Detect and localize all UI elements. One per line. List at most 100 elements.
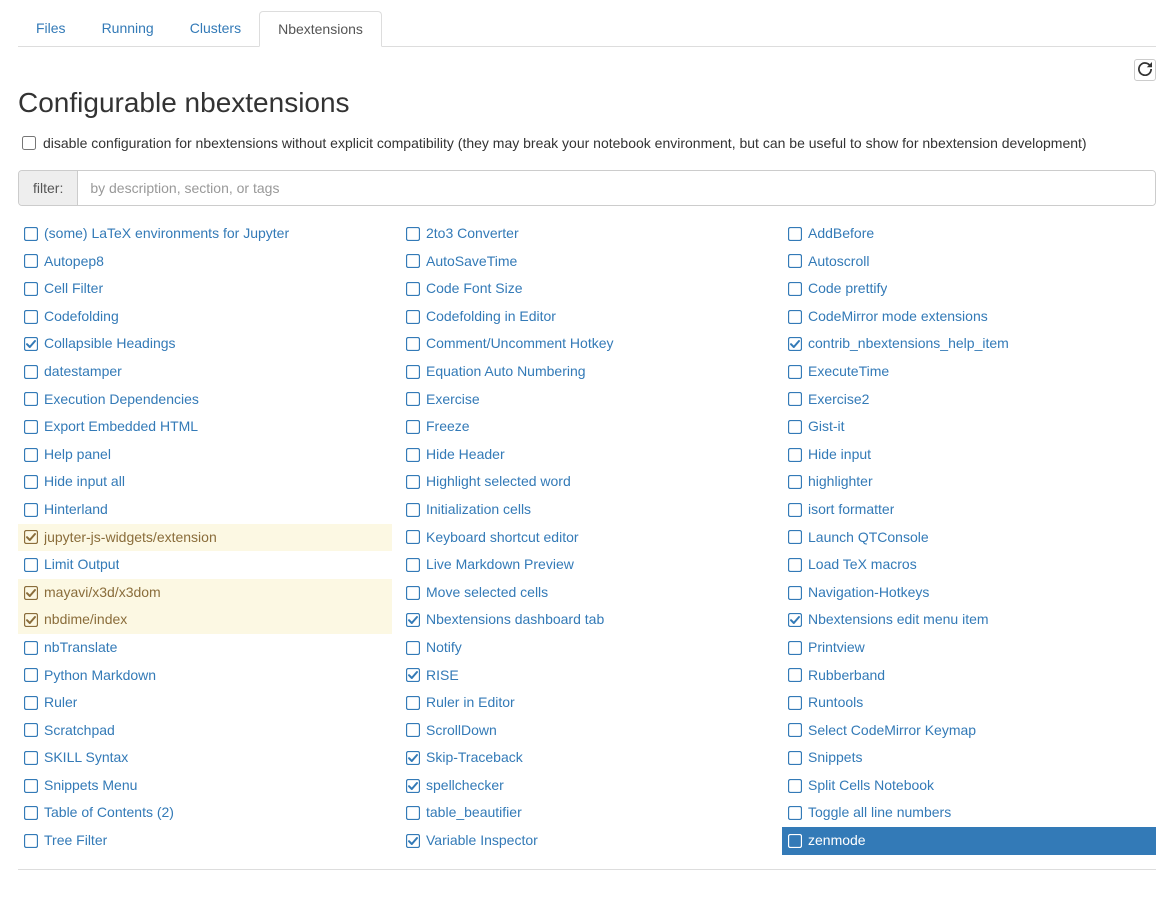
checkbox-checked-icon[interactable] bbox=[406, 834, 420, 848]
checkbox-unchecked-icon[interactable] bbox=[788, 282, 802, 296]
checkbox-unchecked-icon[interactable] bbox=[24, 310, 38, 324]
checkbox-unchecked-icon[interactable] bbox=[406, 448, 420, 462]
checkbox-unchecked-icon[interactable] bbox=[406, 337, 420, 351]
extension-item-contrib-nbextensions-help-item[interactable]: contrib_nbextensions_help_item bbox=[782, 330, 1156, 358]
checkbox-unchecked-icon[interactable] bbox=[406, 696, 420, 710]
checkbox-unchecked-icon[interactable] bbox=[788, 530, 802, 544]
checkbox-unchecked-icon[interactable] bbox=[24, 254, 38, 268]
extension-item-scrolldown[interactable]: ScrollDown bbox=[400, 717, 774, 745]
extension-item-move-selected-cells[interactable]: Move selected cells bbox=[400, 579, 774, 607]
checkbox-unchecked-icon[interactable] bbox=[788, 558, 802, 572]
filter-input[interactable] bbox=[78, 171, 1155, 205]
extension-item-cell-filter[interactable]: Cell Filter bbox=[18, 275, 392, 303]
extension-item-ruler[interactable]: Ruler bbox=[18, 689, 392, 717]
extension-item-tree-filter[interactable]: Tree Filter bbox=[18, 827, 392, 855]
extension-item-datestamper[interactable]: datestamper bbox=[18, 358, 392, 386]
extension-item-nbextensions-edit-menu-item[interactable]: Nbextensions edit menu item bbox=[782, 606, 1156, 634]
extension-item-hide-header[interactable]: Hide Header bbox=[400, 441, 774, 469]
checkbox-unchecked-icon[interactable] bbox=[788, 751, 802, 765]
checkbox-unchecked-icon[interactable] bbox=[788, 779, 802, 793]
extension-item-collapsible-headings[interactable]: Collapsible Headings bbox=[18, 330, 392, 358]
checkbox-unchecked-icon[interactable] bbox=[406, 723, 420, 737]
checkbox-checked-icon[interactable] bbox=[406, 751, 420, 765]
checkbox-unchecked-icon[interactable] bbox=[406, 586, 420, 600]
checkbox-unchecked-icon[interactable] bbox=[406, 310, 420, 324]
extension-item-codefolding[interactable]: Codefolding bbox=[18, 303, 392, 331]
extension-item-spellchecker[interactable]: spellchecker bbox=[400, 772, 774, 800]
refresh-button[interactable] bbox=[1134, 59, 1156, 81]
checkbox-checked-icon[interactable] bbox=[24, 530, 38, 544]
checkbox-unchecked-icon[interactable] bbox=[788, 696, 802, 710]
extension-item-keyboard-shortcut-editor[interactable]: Keyboard shortcut editor bbox=[400, 524, 774, 552]
extension-item-code-prettify[interactable]: Code prettify bbox=[782, 275, 1156, 303]
tab-nbextensions[interactable]: Nbextensions bbox=[259, 11, 382, 47]
checkbox-unchecked-icon[interactable] bbox=[788, 475, 802, 489]
extension-item-freeze[interactable]: Freeze bbox=[400, 413, 774, 441]
checkbox-unchecked-icon[interactable] bbox=[24, 227, 38, 241]
checkbox-unchecked-icon[interactable] bbox=[24, 751, 38, 765]
checkbox-unchecked-icon[interactable] bbox=[24, 806, 38, 820]
extension-item-rubberband[interactable]: Rubberband bbox=[782, 662, 1156, 690]
checkbox-unchecked-icon[interactable] bbox=[788, 392, 802, 406]
checkbox-unchecked-icon[interactable] bbox=[788, 503, 802, 517]
extension-item-executetime[interactable]: ExecuteTime bbox=[782, 358, 1156, 386]
extension-item-hide-input[interactable]: Hide input bbox=[782, 441, 1156, 469]
checkbox-checked-icon[interactable] bbox=[406, 613, 420, 627]
extension-item-gist-it[interactable]: Gist-it bbox=[782, 413, 1156, 441]
extension-item-nbtranslate[interactable]: nbTranslate bbox=[18, 634, 392, 662]
checkbox-checked-icon[interactable] bbox=[24, 586, 38, 600]
extension-item-codemirror-mode-extensions[interactable]: CodeMirror mode extensions bbox=[782, 303, 1156, 331]
extension-item-initialization-cells[interactable]: Initialization cells bbox=[400, 496, 774, 524]
disable-compat-checkbox[interactable] bbox=[22, 136, 36, 150]
extension-item-exercise[interactable]: Exercise bbox=[400, 386, 774, 414]
extension-item-hide-input-all[interactable]: Hide input all bbox=[18, 468, 392, 496]
extension-item-addbefore[interactable]: AddBefore bbox=[782, 220, 1156, 248]
checkbox-unchecked-icon[interactable] bbox=[406, 641, 420, 655]
checkbox-unchecked-icon[interactable] bbox=[788, 586, 802, 600]
extension-item-2to3-converter[interactable]: 2to3 Converter bbox=[400, 220, 774, 248]
extension-item-nbextensions-dashboard-tab[interactable]: Nbextensions dashboard tab bbox=[400, 606, 774, 634]
checkbox-unchecked-icon[interactable] bbox=[24, 779, 38, 793]
checkbox-unchecked-icon[interactable] bbox=[406, 475, 420, 489]
checkbox-unchecked-icon[interactable] bbox=[24, 641, 38, 655]
checkbox-unchecked-icon[interactable] bbox=[24, 668, 38, 682]
checkbox-unchecked-icon[interactable] bbox=[406, 365, 420, 379]
extension-item-autoscroll[interactable]: Autoscroll bbox=[782, 248, 1156, 276]
checkbox-checked-icon[interactable] bbox=[406, 668, 420, 682]
checkbox-unchecked-icon[interactable] bbox=[24, 392, 38, 406]
checkbox-unchecked-icon[interactable] bbox=[788, 420, 802, 434]
checkbox-unchecked-icon[interactable] bbox=[24, 420, 38, 434]
extension-item-ruler-in-editor[interactable]: Ruler in Editor bbox=[400, 689, 774, 717]
checkbox-unchecked-icon[interactable] bbox=[406, 503, 420, 517]
extension-item-runtools[interactable]: Runtools bbox=[782, 689, 1156, 717]
extension-item-snippets[interactable]: Snippets bbox=[782, 744, 1156, 772]
extension-item-code-font-size[interactable]: Code Font Size bbox=[400, 275, 774, 303]
extension-item-highlighter[interactable]: highlighter bbox=[782, 468, 1156, 496]
extension-item-python-markdown[interactable]: Python Markdown bbox=[18, 662, 392, 690]
extension-item-snippets-menu[interactable]: Snippets Menu bbox=[18, 772, 392, 800]
extension-item-execution-dependencies[interactable]: Execution Dependencies bbox=[18, 386, 392, 414]
checkbox-unchecked-icon[interactable] bbox=[406, 558, 420, 572]
extension-item-nbdime-index[interactable]: nbdime/index bbox=[18, 606, 392, 634]
extension-item-select-codemirror-keymap[interactable]: Select CodeMirror Keymap bbox=[782, 717, 1156, 745]
tab-files[interactable]: Files bbox=[18, 11, 84, 47]
disable-compat-label[interactable]: disable configuration for nbextensions w… bbox=[43, 133, 1156, 154]
checkbox-unchecked-icon[interactable] bbox=[788, 834, 802, 848]
checkbox-unchecked-icon[interactable] bbox=[24, 834, 38, 848]
checkbox-unchecked-icon[interactable] bbox=[24, 558, 38, 572]
checkbox-unchecked-icon[interactable] bbox=[788, 448, 802, 462]
extension-item-mayavi-x3d-x3dom[interactable]: mayavi/x3d/x3dom bbox=[18, 579, 392, 607]
extension-item-equation-auto-numbering[interactable]: Equation Auto Numbering bbox=[400, 358, 774, 386]
extension-item-variable-inspector[interactable]: Variable Inspector bbox=[400, 827, 774, 855]
checkbox-unchecked-icon[interactable] bbox=[788, 254, 802, 268]
checkbox-unchecked-icon[interactable] bbox=[24, 365, 38, 379]
checkbox-unchecked-icon[interactable] bbox=[24, 282, 38, 296]
extension-item-isort-formatter[interactable]: isort formatter bbox=[782, 496, 1156, 524]
checkbox-unchecked-icon[interactable] bbox=[406, 392, 420, 406]
checkbox-unchecked-icon[interactable] bbox=[788, 723, 802, 737]
checkbox-unchecked-icon[interactable] bbox=[406, 282, 420, 296]
checkbox-checked-icon[interactable] bbox=[24, 337, 38, 351]
extension-item-notify[interactable]: Notify bbox=[400, 634, 774, 662]
extension-item-jupyter-js-widgets-extension[interactable]: jupyter-js-widgets/extension bbox=[18, 524, 392, 552]
extension-item-help-panel[interactable]: Help panel bbox=[18, 441, 392, 469]
